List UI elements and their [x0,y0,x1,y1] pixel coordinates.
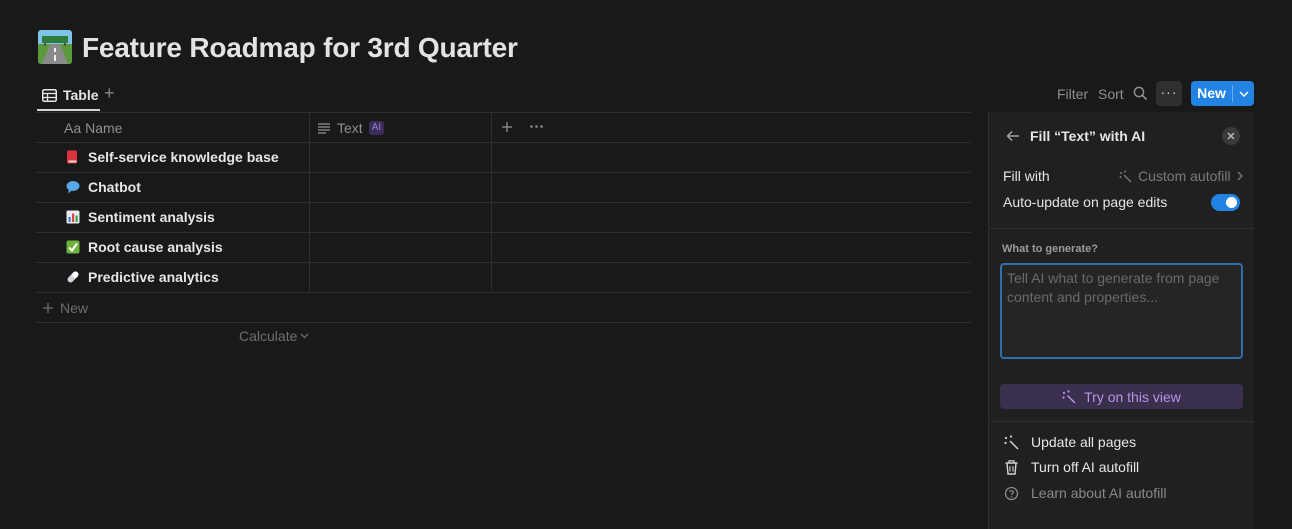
auto-update-toggle[interactable] [1211,194,1240,211]
table-row[interactable]: Sentiment analysis [66,202,215,232]
chevron-right-icon [1237,171,1243,181]
more-options-button[interactable]: ··· [1156,81,1182,106]
panel-title: Fill “Text” with AI [1030,128,1146,144]
pill-icon [66,270,80,284]
speech-bubble-icon [66,180,80,194]
chevron-down-icon[interactable] [1233,81,1254,106]
sparkle-icon [1004,434,1019,450]
check-mark-icon [66,240,80,254]
generate-prompt-input[interactable] [1000,263,1243,359]
fill-with-value: Custom autofill [1138,168,1231,184]
filter-button[interactable]: Filter [1057,82,1088,106]
text-lines-icon [317,122,331,134]
column-header-text[interactable]: Text AI [317,113,385,142]
arrow-left-icon[interactable] [1006,130,1020,142]
row-name-label: Sentiment analysis [88,209,215,225]
tab-table-label: Table [63,87,99,103]
table-row[interactable]: Self-service knowledge base [66,142,279,172]
turn-off-autofill-button[interactable]: Turn off AI autofill [1004,457,1139,477]
close-icon [1222,127,1240,145]
book-icon [66,150,80,164]
title-icon: Aa [64,119,82,136]
row-divider [36,292,971,293]
row-divider [36,172,971,173]
table-bottom-border [36,322,971,323]
add-column-icon[interactable] [501,121,513,133]
generate-label: What to generate? [1002,243,1098,255]
fill-with-select[interactable]: Custom autofill [1119,168,1243,184]
try-on-view-button[interactable]: Try on this view [1000,384,1243,409]
column-divider [309,112,310,293]
road-image-icon[interactable] [38,30,72,64]
active-tab-indicator [37,109,100,111]
sort-button[interactable]: Sort [1098,82,1124,106]
column-header-label: Text [337,119,363,136]
table-top-border [36,112,971,113]
new-button[interactable]: New [1191,81,1254,106]
row-name-label: Root cause analysis [88,239,223,255]
table-row[interactable]: Predictive analytics [66,262,219,292]
plus-icon [42,302,54,314]
tab-table[interactable]: Table [42,84,99,106]
chevron-down-icon [300,333,309,339]
column-header-name[interactable]: Aa Name [64,113,122,142]
learn-autofill-link[interactable]: Learn about AI autofill [1004,483,1166,503]
trash-icon [1004,459,1019,475]
table-row[interactable]: Chatbot [66,172,141,202]
row-name-label: Self-service knowledge base [88,149,279,165]
sparkle-icon [1119,170,1132,183]
ai-badge: AI [368,120,385,135]
sparkle-icon [1062,389,1076,404]
calculate-label: Calculate [239,328,298,344]
add-row-button[interactable]: New [42,298,88,318]
bar-chart-icon [66,210,80,224]
panel-divider [989,421,1254,422]
help-circle-icon [1004,486,1019,501]
update-all-pages-button[interactable]: Update all pages [1004,432,1136,452]
column-divider [491,112,492,293]
row-name-label: Chatbot [88,179,141,195]
search-icon[interactable] [1133,86,1148,101]
panel-header: Fill “Text” with AI [1006,126,1145,146]
toggle-knob [1226,197,1237,208]
auto-update-label: Auto-update on page edits [1003,194,1168,210]
calculate-button[interactable]: Calculate [239,328,309,344]
update-all-pages-label: Update all pages [1031,434,1137,450]
fill-with-label: Fill with [1003,168,1050,184]
learn-autofill-label: Learn about AI autofill [1031,485,1167,501]
row-name-label: Predictive analytics [88,269,219,285]
table-icon [42,88,57,102]
try-on-view-label: Try on this view [1084,388,1181,405]
panel-divider [989,228,1254,229]
close-panel-button[interactable] [1222,127,1240,145]
page-title: Feature Roadmap for 3rd Quarter [82,32,518,63]
column-options-icon[interactable] [530,125,543,128]
add-row-label: New [60,300,89,316]
turn-off-autofill-label: Turn off AI autofill [1031,459,1140,475]
table-row[interactable]: Root cause analysis [66,232,223,262]
new-button-label: New [1197,85,1226,101]
column-header-label: Name [85,119,123,136]
add-view-button[interactable]: + [104,84,120,104]
